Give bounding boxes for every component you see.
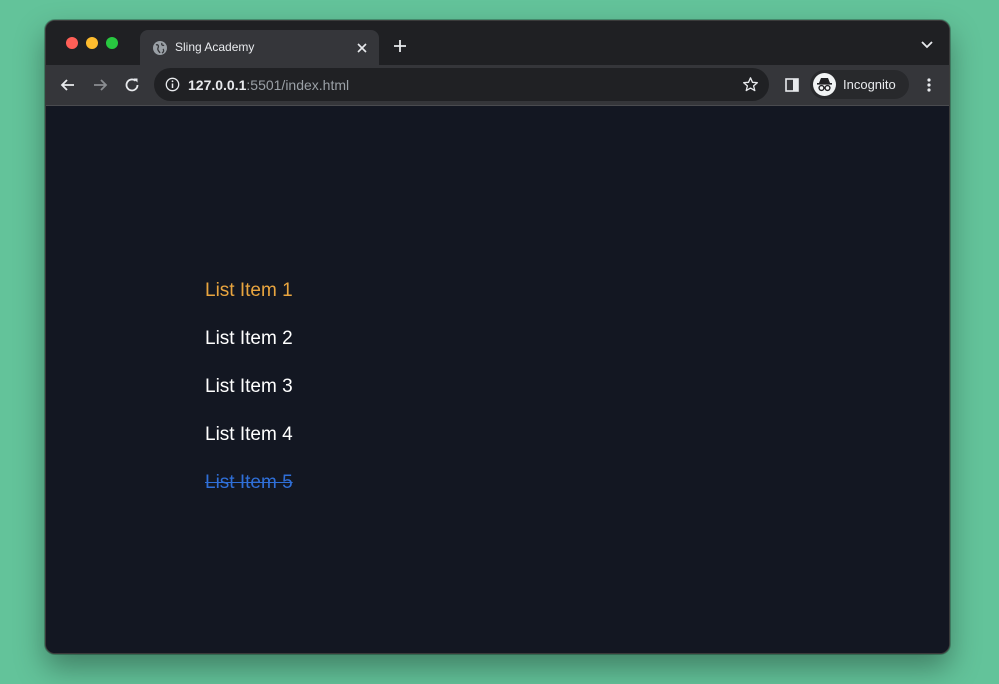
- close-icon[interactable]: [355, 41, 369, 55]
- tab-sling-academy[interactable]: Sling Academy: [140, 30, 379, 65]
- globe-icon: [153, 41, 167, 55]
- incognito-icon: [813, 73, 836, 96]
- address-bar[interactable]: 127.0.0.1:5501/index.html: [154, 68, 769, 101]
- list-item[interactable]: List Item 3: [205, 363, 293, 411]
- incognito-label: Incognito: [843, 77, 896, 92]
- browser-window: Sling Academy 127.0.0.1:5501/index.html …: [45, 20, 950, 654]
- info-icon[interactable]: [165, 77, 180, 92]
- toolbar: 127.0.0.1:5501/index.html Incognito: [46, 65, 949, 106]
- tab-title: Sling Academy: [175, 40, 255, 54]
- url-host: 127.0.0.1: [188, 77, 247, 93]
- list-item[interactable]: List Item 5: [205, 459, 293, 507]
- url-path: :5501/index.html: [246, 77, 350, 93]
- incognito-profile-button[interactable]: Incognito: [810, 70, 909, 99]
- kebab-menu-icon[interactable]: [921, 77, 937, 93]
- list-item[interactable]: List Item 4: [205, 411, 293, 459]
- item-list: List Item 1 List Item 2 List Item 3 List…: [205, 267, 293, 507]
- reload-icon[interactable]: [123, 76, 141, 94]
- close-window-button[interactable]: [66, 37, 78, 49]
- minimize-window-button[interactable]: [86, 37, 98, 49]
- star-icon[interactable]: [742, 76, 759, 93]
- url-text: 127.0.0.1:5501/index.html: [188, 77, 349, 93]
- chevron-down-icon[interactable]: [920, 40, 934, 50]
- plus-icon[interactable]: [392, 38, 408, 54]
- page-content: List Item 1 List Item 2 List Item 3 List…: [46, 107, 949, 653]
- back-arrow-icon[interactable]: [59, 76, 77, 94]
- side-panel-icon[interactable]: [785, 78, 799, 92]
- list-item[interactable]: List Item 2: [205, 315, 293, 363]
- tab-strip: Sling Academy: [46, 21, 949, 65]
- list-item[interactable]: List Item 1: [205, 267, 293, 315]
- maximize-window-button[interactable]: [106, 37, 118, 49]
- forward-arrow-icon[interactable]: [91, 76, 109, 94]
